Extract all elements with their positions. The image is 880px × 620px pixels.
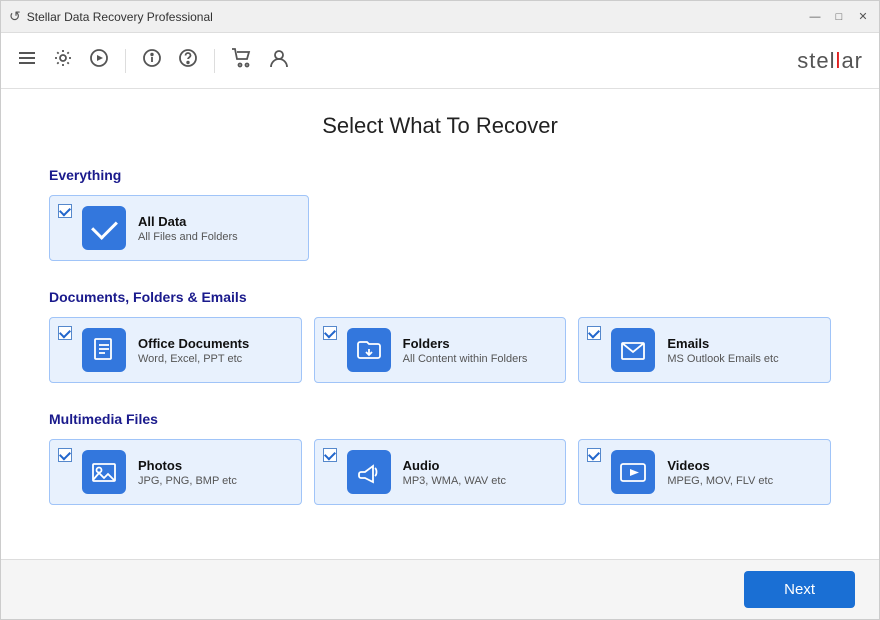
photos-icon — [82, 450, 126, 494]
stellar-logo: stellar — [797, 48, 863, 74]
alldata-icon — [82, 206, 126, 250]
menu-icon[interactable] — [17, 48, 37, 73]
emails-icon — [611, 328, 655, 372]
folders-subtitle: All Content within Folders — [403, 353, 528, 365]
footer: Next — [1, 559, 879, 619]
multimedia-section: Multimedia Files Photos JPG, PNG, BMP et… — [49, 411, 831, 505]
alldata-title: All Data — [138, 214, 238, 229]
photos-checkbox[interactable] — [58, 448, 72, 462]
everything-label: Everything — [49, 167, 831, 183]
maximize-button[interactable]: □ — [831, 9, 847, 25]
toolbar-separator-2 — [214, 49, 215, 73]
documents-cards-row: Office Documents Word, Excel, PPT etc Fo… — [49, 317, 831, 383]
folders-text: Folders All Content within Folders — [403, 336, 528, 365]
documents-label: Documents, Folders & Emails — [49, 289, 831, 305]
videos-icon — [611, 450, 655, 494]
page-title: Select What To Recover — [49, 113, 831, 139]
emails-card[interactable]: Emails MS Outlook Emails etc — [578, 317, 831, 383]
officedocs-subtitle: Word, Excel, PPT etc — [138, 353, 249, 365]
undo-icon: ↺ — [9, 8, 21, 25]
everything-cards-row: All Data All Files and Folders — [49, 195, 831, 261]
videos-title: Videos — [667, 458, 773, 473]
photos-card[interactable]: Photos JPG, PNG, BMP etc — [49, 439, 302, 505]
videos-checkbox[interactable] — [587, 448, 601, 462]
videos-card[interactable]: Videos MPEG, MOV, FLV etc — [578, 439, 831, 505]
title-bar-text: Stellar Data Recovery Professional — [27, 10, 213, 24]
user-icon[interactable] — [269, 48, 289, 73]
settings-icon[interactable] — [53, 48, 73, 73]
officedocs-icon — [82, 328, 126, 372]
officedocs-text: Office Documents Word, Excel, PPT etc — [138, 336, 249, 365]
close-button[interactable]: ✕ — [855, 9, 871, 25]
info-icon[interactable] — [142, 48, 162, 73]
play-icon[interactable] — [89, 48, 109, 73]
alldata-text: All Data All Files and Folders — [138, 214, 238, 243]
photos-title: Photos — [138, 458, 237, 473]
folders-card[interactable]: Folders All Content within Folders — [314, 317, 567, 383]
photos-subtitle: JPG, PNG, BMP etc — [138, 475, 237, 487]
emails-checkbox[interactable] — [587, 326, 601, 340]
toolbar-left — [17, 48, 289, 73]
multimedia-cards-row: Photos JPG, PNG, BMP etc Audio MP3, WMA,… — [49, 439, 831, 505]
officedocs-checkbox[interactable] — [58, 326, 72, 340]
audio-title: Audio — [403, 458, 506, 473]
alldata-checkbox[interactable] — [58, 204, 72, 218]
folders-icon — [347, 328, 391, 372]
audio-checkbox[interactable] — [323, 448, 337, 462]
videos-subtitle: MPEG, MOV, FLV etc — [667, 475, 773, 487]
title-bar: ↺ Stellar Data Recovery Professional — □… — [1, 1, 879, 33]
toolbar-separator-1 — [125, 49, 126, 73]
folders-title: Folders — [403, 336, 528, 351]
cart-icon[interactable] — [231, 48, 253, 73]
next-button[interactable]: Next — [744, 571, 855, 608]
audio-icon — [347, 450, 391, 494]
audio-text: Audio MP3, WMA, WAV etc — [403, 458, 506, 487]
folders-checkbox[interactable] — [323, 326, 337, 340]
main-content: Select What To Recover Everything All Da… — [1, 89, 879, 559]
stellar-logo-accent: l — [836, 48, 842, 73]
emails-text: Emails MS Outlook Emails etc — [667, 336, 778, 365]
officedocs-title: Office Documents — [138, 336, 249, 351]
help-icon[interactable] — [178, 48, 198, 73]
stellar-logo-area: stellar — [797, 48, 863, 74]
toolbar: stellar — [1, 33, 879, 89]
alldata-subtitle: All Files and Folders — [138, 231, 238, 243]
audio-subtitle: MP3, WMA, WAV etc — [403, 475, 506, 487]
audio-card[interactable]: Audio MP3, WMA, WAV etc — [314, 439, 567, 505]
emails-subtitle: MS Outlook Emails etc — [667, 353, 778, 365]
everything-section: Everything All Data All Files and Folder… — [49, 167, 831, 261]
emails-title: Emails — [667, 336, 778, 351]
photos-text: Photos JPG, PNG, BMP etc — [138, 458, 237, 487]
title-bar-controls: — □ ✕ — [807, 9, 871, 25]
title-bar-left: ↺ Stellar Data Recovery Professional — [9, 8, 213, 25]
documents-section: Documents, Folders & Emails Office Docum… — [49, 289, 831, 383]
multimedia-label: Multimedia Files — [49, 411, 831, 427]
minimize-button[interactable]: — — [807, 9, 823, 25]
alldata-card[interactable]: All Data All Files and Folders — [49, 195, 309, 261]
videos-text: Videos MPEG, MOV, FLV etc — [667, 458, 773, 487]
officedocs-card[interactable]: Office Documents Word, Excel, PPT etc — [49, 317, 302, 383]
